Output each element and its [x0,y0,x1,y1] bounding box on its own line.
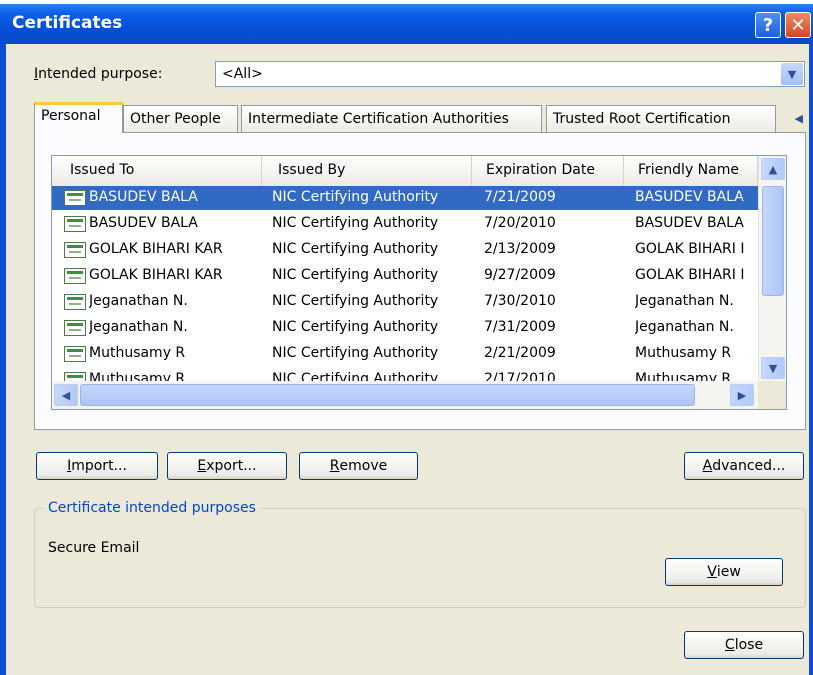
scroll-down-button[interactable]: ▼ [761,357,785,379]
cell-issued-to: GOLAK BIHARI KAR [89,267,223,283]
certificate-icon [64,242,86,258]
certificate-icon [64,216,86,232]
cell-friendly-name: Jeganathan N. [635,319,734,335]
cell-issued-by: NIC Certifying Authority [272,345,439,361]
certificate-icon [64,320,86,336]
tab-scroll-buttons: ◀ ▶ [786,107,813,129]
cell-issued-by: NIC Certifying Authority [272,189,439,205]
help-button[interactable]: ? [755,12,781,38]
column-issued-by[interactable]: Issued By [262,156,472,186]
certificate-icon [64,268,86,284]
cell-issued-to: Jeganathan N. [89,319,188,335]
cell-friendly-name: GOLAK BIHARI I [635,241,745,257]
import-button[interactable]: Import... [36,452,158,480]
table-row[interactable]: GOLAK BIHARI KAR NIC Certifying Authorit… [52,264,758,288]
scroll-corner [758,381,786,409]
certificate-icon [64,346,86,362]
vertical-scroll-thumb[interactable] [762,186,784,296]
table-row[interactable]: GOLAK BIHARI KAR NIC Certifying Authorit… [52,238,758,262]
horizontal-scroll-thumb[interactable] [80,384,695,406]
cell-issued-to: BASUDEV BALA [89,215,198,231]
chevron-left-icon[interactable]: ◀ [795,112,803,125]
cell-expiration: 9/27/2009 [484,267,556,283]
intended-purposes-title: Certificate intended purposes [44,500,260,516]
cell-issued-by: NIC Certifying Authority [272,319,439,335]
cell-expiration: 7/31/2009 [484,319,556,335]
certificate-icon [64,190,86,206]
cell-issued-by: NIC Certifying Authority [272,267,439,283]
list-header: Issued To Issued By Expiration Date Frie… [52,156,758,186]
intended-purposes-text: Secure Email [48,540,140,556]
cell-expiration: 7/21/2009 [484,189,556,205]
advanced-button[interactable]: Advanced... [684,452,804,480]
tab-trusted-root-ca[interactable]: Trusted Root Certification [546,105,776,132]
column-friendly-name[interactable]: Friendly Name [624,156,758,186]
tab-strip: Personal Other People Intermediate Certi… [34,102,806,133]
certificate-icon [64,294,86,310]
chevron-down-icon[interactable]: ▼ [781,63,803,85]
close-window-button[interactable]: ✕ [785,12,811,38]
column-issued-to[interactable]: Issued To [52,156,262,186]
tab-personal[interactable]: Personal [34,102,123,133]
cell-issued-to: BASUDEV BALA [89,189,198,205]
cell-expiration: 7/30/2010 [484,293,556,309]
scroll-left-button[interactable]: ◀ [54,384,78,406]
cell-expiration: 2/21/2009 [484,345,556,361]
cell-friendly-name: BASUDEV BALA [635,215,744,231]
scroll-up-button[interactable]: ▲ [761,158,785,180]
column-expiration-date[interactable]: Expiration Date [472,156,624,186]
table-row[interactable]: Jeganathan N. NIC Certifying Authority 7… [52,290,758,314]
table-row[interactable]: Muthusamy R NIC Certifying Authority 2/2… [52,342,758,366]
title-bar: Certificates ? ✕ [0,4,813,44]
view-button[interactable]: View [665,558,783,586]
cell-issued-by: NIC Certifying Authority [272,215,439,231]
export-button[interactable]: Export... [167,452,287,480]
cell-issued-by: NIC Certifying Authority [272,241,439,257]
cell-friendly-name: Jeganathan N. [635,293,734,309]
intended-purpose-value: <All> [222,66,263,82]
cell-issued-to: Muthusamy R [89,345,186,361]
cell-issued-by: NIC Certifying Authority [272,293,439,309]
scroll-right-button[interactable]: ▶ [730,384,754,406]
cell-friendly-name: GOLAK BIHARI I [635,267,745,283]
cell-expiration: 7/20/2010 [484,215,556,231]
remove-button[interactable]: Remove [299,452,418,480]
table-row[interactable]: Jeganathan N. NIC Certifying Authority 7… [52,316,758,340]
cell-issued-to: Jeganathan N. [89,293,188,309]
horizontal-scrollbar[interactable]: ◀ ▶ [52,381,758,409]
close-button[interactable]: Close [684,631,804,659]
cell-friendly-name: Muthusamy R [635,345,732,361]
tab-other-people[interactable]: Other People [123,105,238,132]
table-row[interactable]: BASUDEV BALA NIC Certifying Authority 7/… [52,186,758,210]
intended-purpose-dropdown[interactable]: <All> ▼ [215,61,805,87]
certificate-list[interactable]: Issued To Issued By Expiration Date Frie… [51,155,787,410]
tab-intermediate-ca[interactable]: Intermediate Certification Authorities [241,105,542,132]
vertical-scrollbar[interactable]: ▲ ▼ [758,156,786,381]
intended-purpose-label: Intended purpose: [34,66,163,82]
table-row[interactable]: BASUDEV BALA NIC Certifying Authority 7/… [52,212,758,236]
cell-issued-to: GOLAK BIHARI KAR [89,241,223,257]
cell-expiration: 2/13/2009 [484,241,556,257]
window-title: Certificates [12,13,123,33]
cell-friendly-name: BASUDEV BALA [635,189,744,205]
